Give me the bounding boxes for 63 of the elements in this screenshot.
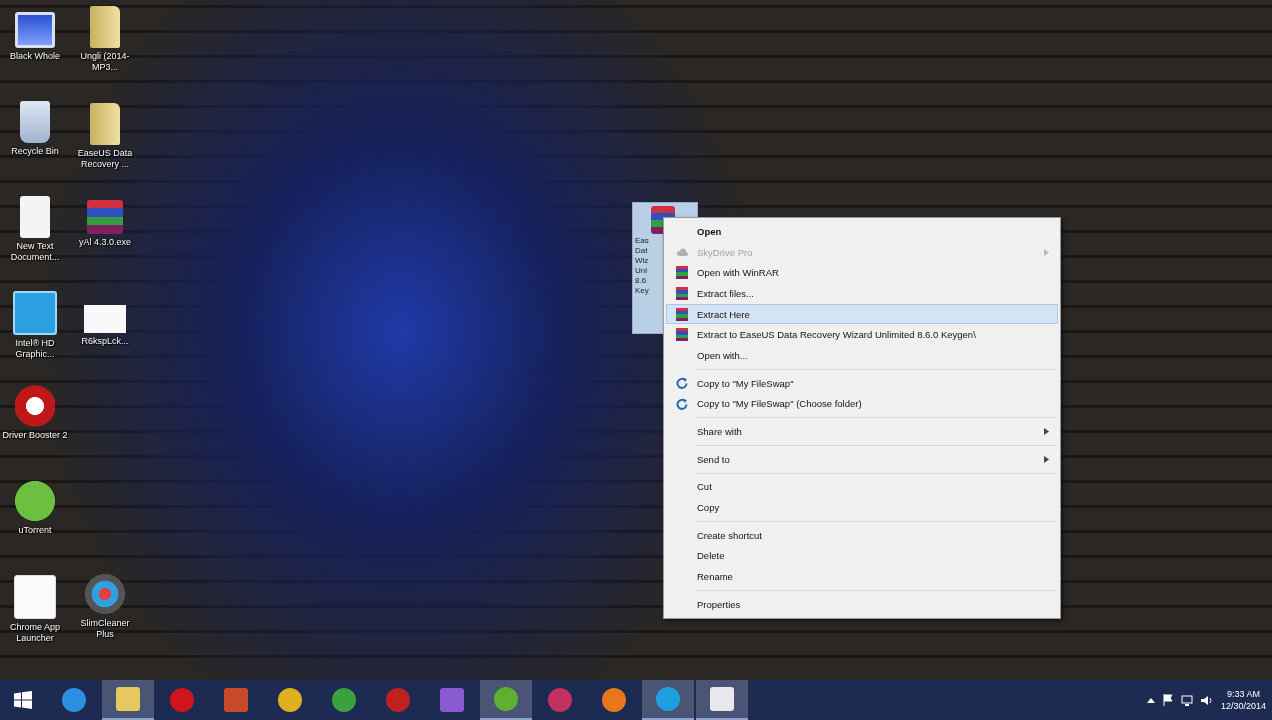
- desktop-icon[interactable]: uTorrent: [0, 480, 70, 576]
- file-label: Key: [635, 286, 649, 296]
- app-icon: [494, 687, 518, 711]
- app-icon: [548, 688, 572, 712]
- app-icon: [170, 688, 194, 712]
- menu-item[interactable]: Copy: [666, 497, 1058, 518]
- network-icon[interactable]: [1180, 694, 1193, 706]
- file-label: Unl: [635, 266, 647, 276]
- app-icon: [440, 688, 464, 712]
- menu-item[interactable]: Extract Here: [666, 303, 1058, 325]
- flag-icon[interactable]: [1162, 694, 1173, 706]
- app-icon: [62, 688, 86, 712]
- menu-item[interactable]: Create shortcut: [666, 524, 1058, 546]
- menu-item[interactable]: Properties: [666, 594, 1058, 615]
- app-icon: [656, 687, 680, 711]
- menu-item[interactable]: Open with WinRAR: [666, 262, 1058, 284]
- desktop-icon[interactable]: SlimCleaner Plus: [70, 573, 140, 670]
- desktop-icon[interactable]: yAl 4.3.0.exe: [70, 200, 140, 297]
- desktop-icon[interactable]: Chrome App Launcher: [0, 575, 70, 670]
- time-text: 9:33 AM: [1226, 688, 1260, 700]
- menu-item[interactable]: Extract files...: [666, 283, 1058, 304]
- menu-item[interactable]: Extract to EaseUS Data Recovery Wizard Unlimited 8.6.0 Keygen\: [666, 324, 1058, 346]
- file-label: 8.6: [635, 276, 647, 286]
- submenu-arrow-icon: [1044, 248, 1049, 256]
- refresh-icon: [676, 377, 688, 390]
- show-hidden-icons-icon[interactable]: [1146, 697, 1155, 703]
- windows-logo-icon[interactable]: [14, 691, 32, 709]
- taskbar-app-button[interactable]: [102, 680, 154, 720]
- date-text: 12/30/2014: [1220, 700, 1266, 712]
- file-label: Eas: [635, 236, 649, 246]
- app-icon: [278, 688, 302, 712]
- desktop-icon[interactable]: Black Whole: [0, 6, 70, 101]
- menu-item[interactable]: Open: [666, 221, 1058, 242]
- desktop-icon[interactable]: Ungli (2014-MP3...: [70, 6, 140, 103]
- app-icon: [710, 687, 734, 711]
- menu-item[interactable]: Copy to "My FileSwap" (Choose folder): [666, 393, 1058, 415]
- app-icon: [386, 688, 410, 712]
- menu-item[interactable]: Cut: [666, 476, 1058, 498]
- desktop-icon[interactable]: R6kspLck...: [70, 297, 140, 394]
- clock[interactable]: 9:33 AM 12/30/2014: [1220, 688, 1266, 712]
- file-label: Dat: [635, 246, 648, 256]
- desktop-icon[interactable]: EaseUS Data Recovery ...: [70, 103, 140, 200]
- volume-icon[interactable]: [1200, 694, 1213, 706]
- desktop-icon[interactable]: Intel® HD Graphic...: [0, 290, 70, 386]
- app-icon: [116, 687, 140, 711]
- taskbar-app-button[interactable]: [696, 680, 748, 720]
- app-icon: [602, 688, 626, 712]
- menu-item[interactable]: Delete: [666, 545, 1058, 567]
- menu-item[interactable]: Open with...: [666, 345, 1058, 366]
- submenu-arrow-icon: [1044, 455, 1049, 463]
- cloud-icon: [676, 247, 688, 257]
- desktop-icon[interactable]: Driver Booster 2: [0, 385, 70, 481]
- desktop-icon[interactable]: Recycle Bin: [0, 100, 70, 196]
- menu-item[interactable]: Send to: [666, 448, 1058, 470]
- refresh-icon: [676, 397, 688, 410]
- app-icon: [332, 688, 356, 712]
- app-icon: [224, 688, 248, 712]
- menu-item[interactable]: Copy to "My FileSwap": [666, 372, 1058, 394]
- menu-item[interactable]: Rename: [666, 566, 1058, 587]
- menu-item[interactable]: Share with: [666, 421, 1058, 442]
- file-label: Wiz: [635, 256, 649, 266]
- submenu-arrow-icon: [1044, 428, 1049, 436]
- desktop-icon[interactable]: New Text Document...: [0, 195, 70, 291]
